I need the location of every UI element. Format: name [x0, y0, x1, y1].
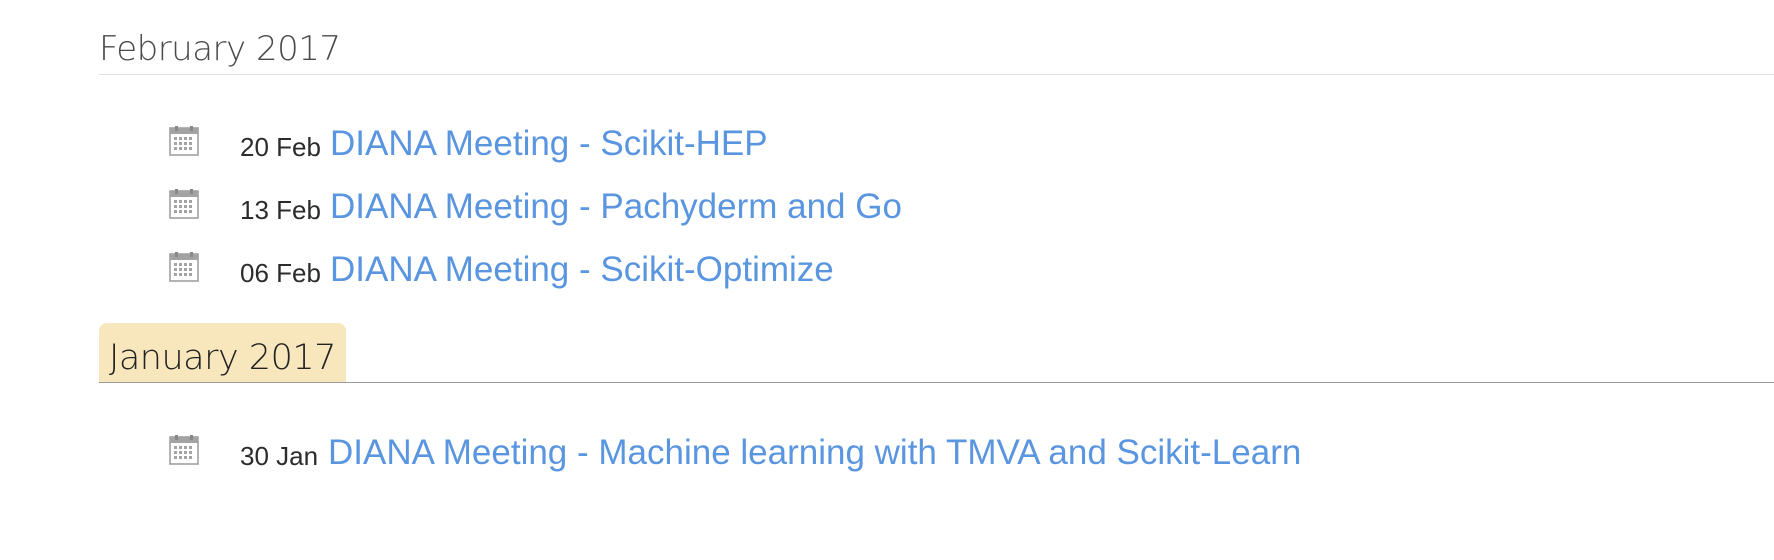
- event-row: 13 Feb DIANA Meeting - Pachyderm and Go: [168, 187, 902, 227]
- event-date: 20 Feb: [240, 131, 321, 162]
- calendar-icon: [169, 435, 199, 465]
- event-row: 06 Feb DIANA Meeting - Scikit-Optimize: [168, 250, 834, 290]
- event-date: 06 Feb: [240, 257, 321, 288]
- month-title: February 2017: [99, 29, 341, 69]
- month-header-february-2017: February 2017: [99, 22, 1774, 75]
- calendar-icon: [169, 252, 199, 282]
- event-row: 20 Feb DIANA Meeting - Scikit-HEP: [168, 124, 768, 164]
- event-date: 13 Feb: [240, 194, 321, 225]
- event-date: 30 Jan: [240, 440, 319, 471]
- event-link-scikit-optimize[interactable]: DIANA Meeting - Scikit-Optimize: [330, 250, 834, 290]
- event-row: 30 Jan DIANA Meeting - Machine learning …: [168, 433, 1301, 473]
- event-link-pachyderm-and-go[interactable]: DIANA Meeting - Pachyderm and Go: [330, 187, 902, 227]
- event-link-machine-learning-tmva[interactable]: DIANA Meeting - Machine learning with TM…: [328, 433, 1301, 473]
- event-link-scikit-hep[interactable]: DIANA Meeting - Scikit-HEP: [330, 124, 768, 164]
- month-header-january-2017: January 2017: [99, 322, 1774, 383]
- calendar-icon: [169, 126, 199, 156]
- month-title-highlighted: January 2017: [99, 323, 346, 382]
- calendar-icon: [169, 189, 199, 219]
